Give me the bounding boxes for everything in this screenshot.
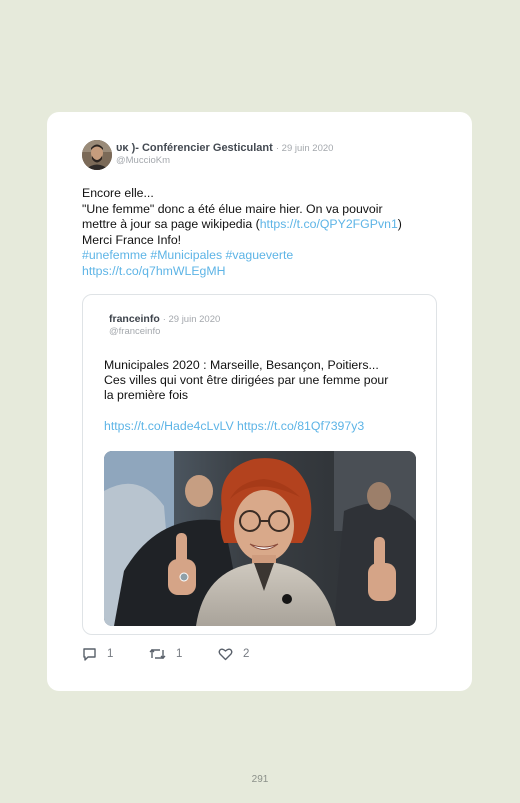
reply-icon [83, 648, 96, 661]
wikipedia-link[interactable]: https://t.co/QPY2FGPvn1 [260, 217, 398, 231]
author-name[interactable]: ᴜᴋ )- Conférencier Gesticulant [116, 142, 273, 154]
reply-count: 1 [107, 648, 114, 660]
heart-icon [218, 648, 233, 661]
retweet-icon [149, 649, 166, 659]
reply-action[interactable]: 1 [82, 645, 113, 663]
quoted-line: la première fois [104, 388, 189, 403]
tweet-line-part: ) [397, 217, 402, 231]
like-action[interactable]: 2 [218, 645, 249, 663]
quoted-text: Municipales 2020 : Marseille, Besançon, … [104, 358, 424, 404]
tweet-line: Encore elle... [82, 186, 154, 200]
quoted-line: Municipales 2020 : Marseille, Besançon, … [104, 358, 379, 372]
quoted-links[interactable]: https://t.co/Hade4cLvLV https://t.co/81Q… [104, 419, 364, 433]
tweet-line: mettre à jour sa page wikipedia (https:/… [82, 217, 442, 233]
tweet-link[interactable]: https://t.co/q7hmWLEgMH [82, 264, 442, 280]
quoted-author-name[interactable]: franceinfo [109, 313, 160, 325]
quoted-handle: @franceinfo [109, 326, 161, 337]
retweet-count: 1 [176, 648, 183, 660]
quoted-photo[interactable] [104, 451, 416, 626]
quoted-date: · 29 juin 2020 [162, 314, 221, 325]
hashtags[interactable]: #unefemme #Municipales #vagueverte [82, 248, 442, 264]
tweet-actions: 1 1 2 [82, 645, 382, 663]
tweet-line-part: mettre à jour sa page wikipedia ( [82, 217, 260, 231]
author-handle: @MuccioKm [116, 155, 170, 166]
quoted-author-line: franceinfo · 29 juin 2020 [109, 313, 220, 325]
quoted-line: Ces villes qui vont être dirigées par un… [104, 373, 389, 388]
tweet-line: "Une femme" donc a été élue maire hier. … [82, 201, 383, 216]
tweet-card: ᴜᴋ )- Conférencier Gesticulant · 29 juin… [47, 112, 472, 691]
quoted-tweet[interactable]: franceinfo · 29 juin 2020 @franceinfo Mu… [82, 294, 437, 635]
like-count: 2 [243, 648, 250, 660]
tweet-line: Merci France Info! [82, 232, 182, 247]
tweet-date: · 29 juin 2020 [275, 143, 334, 154]
author-line: ᴜᴋ )- Conférencier Gesticulant · 29 juin… [116, 142, 333, 154]
page-number: 291 [251, 774, 269, 785]
tweet-text: Encore elle... "Une femme" donc a été él… [82, 186, 442, 279]
retweet-action[interactable]: 1 [149, 645, 182, 663]
author-avatar[interactable] [82, 140, 112, 170]
